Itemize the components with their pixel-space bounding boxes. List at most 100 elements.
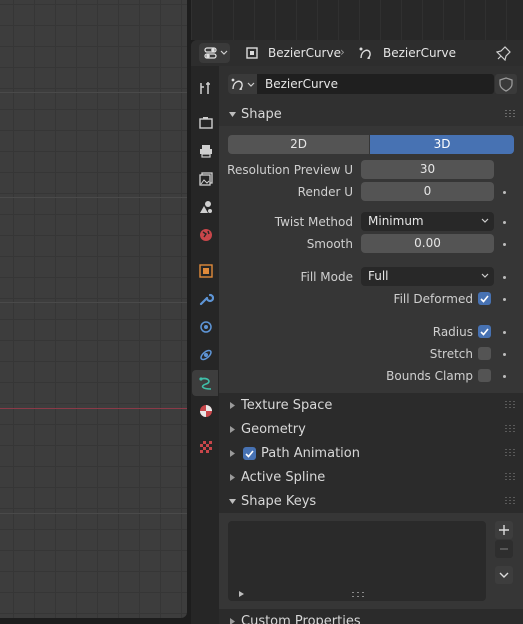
shield-icon: [499, 77, 513, 92]
particles-icon: [200, 321, 212, 333]
curve-data-icon: [359, 47, 371, 60]
panel-title: Shape: [241, 107, 282, 122]
view-layer-tab[interactable]: [192, 166, 218, 192]
properties-tabs: [191, 66, 219, 624]
panel-title: Shape Keys: [241, 494, 317, 509]
path-animation-checkbox[interactable]: [243, 447, 256, 460]
minus-icon: [500, 548, 508, 550]
drag-handle-icon[interactable]: [505, 401, 515, 409]
material-sphere-icon: [200, 405, 212, 417]
add-shape-key-button[interactable]: [495, 521, 513, 539]
editor-type-button[interactable]: [199, 43, 230, 63]
panel-title: Path Animation: [261, 446, 360, 461]
custom-properties-panel-header[interactable]: Custom Properties: [219, 609, 523, 624]
drag-handle-icon[interactable]: [505, 110, 515, 118]
list-filter-toggle-icon[interactable]: [237, 590, 245, 598]
viewport-grid-line: [0, 92, 187, 93]
tool-tab[interactable]: [192, 75, 218, 101]
object-square-icon: [199, 264, 213, 278]
object-icon: [246, 47, 258, 59]
keyframe-dot-icon[interactable]: [503, 353, 506, 356]
path-animation-panel-header[interactable]: Path Animation: [219, 441, 523, 465]
radius-checkbox[interactable]: [478, 325, 491, 338]
twist-method-dropdown[interactable]: Minimum: [361, 212, 494, 231]
keyframe-dot-icon[interactable]: [503, 276, 506, 279]
drag-handle-icon[interactable]: [505, 497, 515, 505]
twist-method-value: Minimum: [368, 214, 424, 228]
3d-viewport[interactable]: [0, 0, 187, 618]
texture-tab[interactable]: [192, 434, 218, 460]
stretch-label: Stretch: [429, 347, 473, 361]
fill-deformed-checkbox[interactable]: [478, 292, 491, 305]
physics-orbit-icon: [200, 349, 212, 361]
checkmark-icon: [245, 450, 254, 458]
fill-mode-dropdown[interactable]: Full: [361, 267, 494, 286]
stretch-checkbox[interactable]: [478, 347, 491, 360]
pin-icon[interactable]: [496, 45, 512, 61]
dimension-3d-button[interactable]: 3D: [370, 135, 514, 154]
dimension-2d-button[interactable]: 2D: [228, 135, 369, 154]
datablock-name-field[interactable]: BezierCurve: [257, 74, 494, 94]
wrench-icon: [199, 293, 214, 306]
chevron-down-icon: [499, 572, 509, 578]
particles-tab[interactable]: [192, 314, 218, 340]
keyframe-dot-icon[interactable]: [503, 298, 506, 301]
keyframe-dot-icon[interactable]: [503, 375, 506, 378]
properties-editor: BezierCurve › BezierCurve BezierCurve Sh…: [191, 40, 523, 624]
properties-content: BezierCurve Shape 2D 3D Resolution Previ…: [219, 66, 523, 624]
drag-handle-icon[interactable]: [505, 449, 515, 457]
active-spline-panel-header[interactable]: Active Spline: [219, 465, 523, 489]
resolution-preview-label: Resolution Preview U: [227, 163, 353, 177]
list-resize-handle-icon[interactable]: [352, 592, 364, 598]
shape-panel-header[interactable]: Shape: [219, 102, 523, 126]
viewport-x-axis: [0, 408, 187, 409]
render-u-label: Render U: [297, 185, 353, 199]
drag-handle-icon[interactable]: [505, 425, 515, 433]
resolution-preview-field[interactable]: 30: [361, 160, 494, 179]
texture-space-panel-header[interactable]: Texture Space: [219, 393, 523, 417]
chevron-down-icon: [481, 218, 489, 223]
fake-user-button[interactable]: [495, 74, 517, 94]
smooth-label: Smooth: [306, 237, 353, 251]
keyframe-dot-icon[interactable]: [503, 331, 506, 334]
world-tab[interactable]: [192, 222, 218, 248]
drag-handle-icon[interactable]: [505, 473, 515, 481]
bounds-clamp-label: Bounds Clamp: [386, 369, 473, 383]
shape-keys-list[interactable]: [228, 521, 486, 601]
chevron-right-icon: [230, 426, 235, 433]
panel-title: Active Spline: [241, 470, 326, 485]
viewport-grid-line: [0, 302, 187, 303]
curve-data-tab[interactable]: [192, 370, 218, 396]
scene-tab[interactable]: [192, 194, 218, 220]
chevron-right-icon: [230, 450, 235, 457]
geometry-panel-header[interactable]: Geometry: [219, 417, 523, 441]
bounds-clamp-checkbox[interactable]: [478, 369, 491, 382]
material-tab[interactable]: [192, 398, 218, 424]
modifiers-tab[interactable]: [192, 286, 218, 312]
keyframe-dot-icon[interactable]: [503, 221, 506, 224]
shape-key-specials-button[interactable]: [495, 566, 513, 584]
panel-title: Texture Space: [241, 398, 333, 413]
physics-tab[interactable]: [192, 342, 218, 368]
breadcrumb-separator: ›: [340, 45, 345, 59]
properties-editor-icon: [204, 47, 228, 59]
plus-icon: [499, 525, 509, 535]
shape-keys-panel-header[interactable]: Shape Keys: [219, 489, 523, 513]
keyframe-dot-icon[interactable]: [503, 243, 506, 246]
remove-shape-key-button[interactable]: [495, 540, 513, 558]
shape-keys-panel-body: [219, 513, 523, 609]
checkmark-icon: [480, 295, 489, 303]
render-tab[interactable]: [192, 110, 218, 136]
checkmark-icon: [480, 328, 489, 336]
outliner-area[interactable]: [191, 0, 523, 40]
tool-icon: [200, 82, 210, 94]
object-tab[interactable]: [192, 258, 218, 284]
chevron-right-icon: [230, 618, 235, 624]
smooth-field[interactable]: 0.00: [361, 234, 494, 253]
chevron-down-icon: [481, 273, 489, 278]
image-stack-icon: [199, 172, 213, 186]
keyframe-dot-icon[interactable]: [503, 191, 506, 194]
render-u-field[interactable]: 0: [361, 182, 494, 201]
output-tab[interactable]: [192, 138, 218, 164]
twist-method-label: Twist Method: [274, 215, 353, 229]
